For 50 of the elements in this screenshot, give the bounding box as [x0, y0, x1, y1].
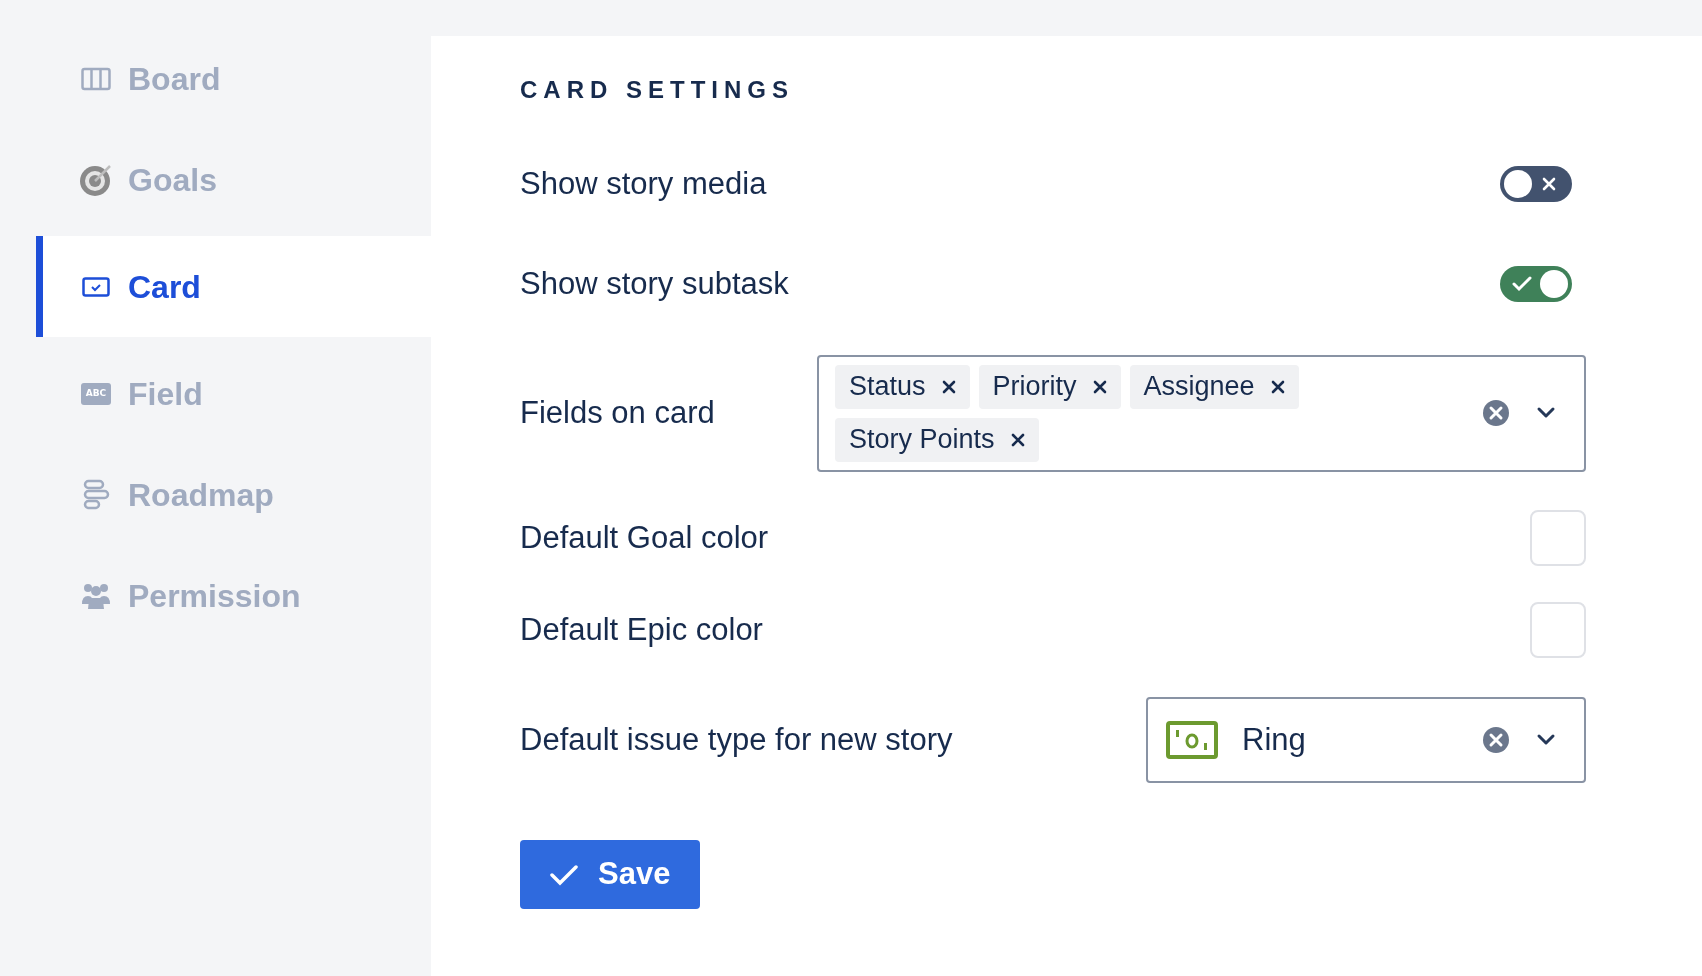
roadmap-icon	[82, 478, 110, 511]
select-value: Ring	[1242, 720, 1307, 759]
card-check-icon	[82, 276, 110, 297]
cross-icon	[1542, 177, 1556, 191]
sidebar-label: Goals	[128, 160, 217, 200]
setting-label: Default Goal color	[520, 518, 769, 557]
clear-icon[interactable]	[1482, 399, 1510, 427]
clear-icon[interactable]	[1482, 726, 1510, 754]
people-icon	[81, 581, 111, 610]
tag-label: Story Points	[849, 423, 995, 457]
sidebar-item[interactable]: ABC Field	[36, 343, 431, 444]
sidebar-item[interactable]: Board	[36, 28, 431, 129]
setting-label: Default issue type for new story	[520, 720, 953, 759]
select-field[interactable]: Ring	[1146, 697, 1586, 783]
setting-label: Default Epic color	[520, 610, 763, 649]
remove-icon	[1092, 379, 1107, 394]
chevron-down-icon[interactable]	[1536, 733, 1556, 747]
abc-icon: ABC	[81, 382, 111, 405]
remove-icon	[1010, 432, 1025, 447]
multi-select-field[interactable]: Status Priority Assignee Story Points	[817, 354, 1586, 472]
chevron-down-icon[interactable]	[1536, 406, 1556, 420]
tag-label: Assignee	[1143, 370, 1255, 404]
save-button[interactable]: Save	[520, 840, 701, 909]
remove-icon	[1270, 379, 1285, 394]
sidebar-label: Roadmap	[128, 475, 274, 515]
toggle-switch[interactable]	[1500, 266, 1572, 302]
toggle-knob	[1540, 270, 1568, 298]
color-swatch[interactable]	[1530, 510, 1586, 566]
setting-label: Fields on card	[520, 393, 715, 432]
sidebar-item[interactable]: Card	[36, 236, 431, 337]
sidebar-item[interactable]: Permission	[36, 545, 431, 646]
color-swatch[interactable]	[1530, 602, 1586, 658]
sidebar-label: Permission	[128, 576, 301, 616]
sidebar-label: Field	[128, 374, 203, 414]
toggle-switch[interactable]	[1500, 166, 1572, 202]
tag-label: Status	[849, 370, 926, 404]
toggle-knob	[1504, 170, 1532, 198]
check-icon	[550, 863, 578, 886]
check-icon	[1512, 276, 1532, 292]
columns-icon	[81, 66, 111, 91]
sidebar-label: Board	[128, 59, 221, 99]
setting-label: Show story subtask	[520, 264, 789, 303]
sidebar-item[interactable]: Goals	[36, 129, 431, 230]
sidebar-label: Card	[128, 267, 201, 307]
ring-type-icon	[1166, 721, 1218, 759]
tag-label: Priority	[992, 370, 1077, 404]
sidebar-item[interactable]: Roadmap	[36, 444, 431, 545]
setting-label: Show story media	[520, 164, 767, 203]
remove-icon	[941, 379, 956, 394]
section-title: CARD SETTINGS	[520, 75, 795, 105]
